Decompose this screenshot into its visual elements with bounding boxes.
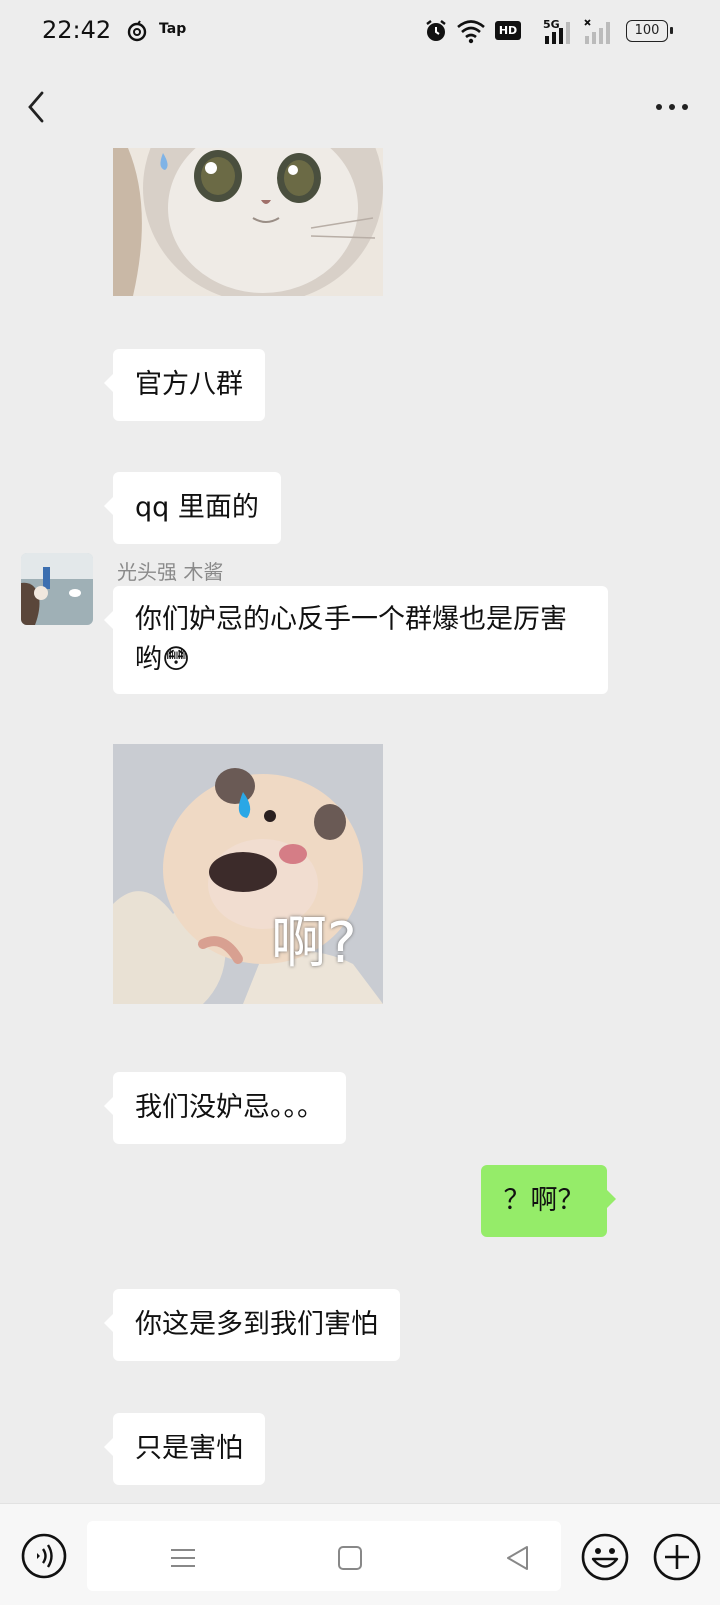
message-bubble[interactable]: 官方八群 <box>104 349 265 421</box>
back-arrow-icon[interactable] <box>22 88 50 126</box>
message-text: 你这是多到我们害怕 <box>135 1309 378 1340</box>
input-bar <box>0 1503 720 1605</box>
emoji-icon[interactable] <box>580 1532 630 1582</box>
message-input[interactable] <box>87 1521 561 1591</box>
status-time: 22:42 <box>42 16 112 44</box>
image-message-cat-sticker[interactable] <box>113 148 383 296</box>
back-nav-icon[interactable] <box>505 1545 531 1571</box>
voice-input-icon[interactable] <box>20 1532 68 1580</box>
message-text: 你们妒忌的心反手一个群爆也是厉害哟😳 <box>135 604 567 675</box>
message-bubble[interactable]: qq 里面的 <box>104 472 281 544</box>
message-text: qq 里面的 <box>135 492 259 523</box>
chat-header <box>0 64 720 148</box>
message-bubble[interactable]: 你们妒忌的心反手一个群爆也是厉害哟😳 <box>104 586 608 694</box>
message-bubble[interactable]: 你这是多到我们害怕 <box>104 1289 400 1361</box>
avatar[interactable] <box>21 553 93 625</box>
message-text: 我们没妒忌。。。 <box>135 1092 324 1123</box>
more-options-icon[interactable] <box>654 100 690 114</box>
menu-nav-icon[interactable] <box>170 1545 196 1571</box>
plus-icon[interactable] <box>652 1532 702 1582</box>
signal-no-service-icon <box>584 19 610 44</box>
netease-music-icon <box>127 20 147 42</box>
cat-sticker-icon <box>113 148 383 296</box>
sender-name: 光头强 木酱 <box>117 560 224 584</box>
battery-tip <box>670 27 673 34</box>
message-list[interactable]: 官方八群 qq 里面的 光头强 木酱 你们妒忌的心反手一个群爆也是厉害哟😳 啊?… <box>0 148 720 1503</box>
home-nav-icon[interactable] <box>337 1545 363 1571</box>
sticker-caption: 啊? <box>271 911 357 976</box>
message-bubble[interactable]: 我们没妒忌。。。 <box>104 1072 346 1144</box>
alarm-icon <box>426 20 446 41</box>
message-text: 只是害怕 <box>135 1433 243 1464</box>
image-message-hamster-sticker[interactable]: 啊? <box>113 744 383 1004</box>
avatar-image <box>21 553 93 625</box>
message-text: 官方八群 <box>135 369 243 400</box>
battery-indicator: 100 <box>626 20 668 42</box>
wifi-icon <box>457 20 485 44</box>
status-bar: 22:42 Tap HD 5G 100 <box>0 0 720 64</box>
message-bubble[interactable]: 只是害怕 <box>104 1413 265 1485</box>
signal-icon <box>545 22 570 44</box>
my-message-bubble[interactable]: ？啊？ <box>481 1165 616 1237</box>
message-text: ？啊？ <box>503 1185 585 1216</box>
hd-badge: HD <box>495 21 521 40</box>
taptap-label: Tap <box>159 21 187 37</box>
